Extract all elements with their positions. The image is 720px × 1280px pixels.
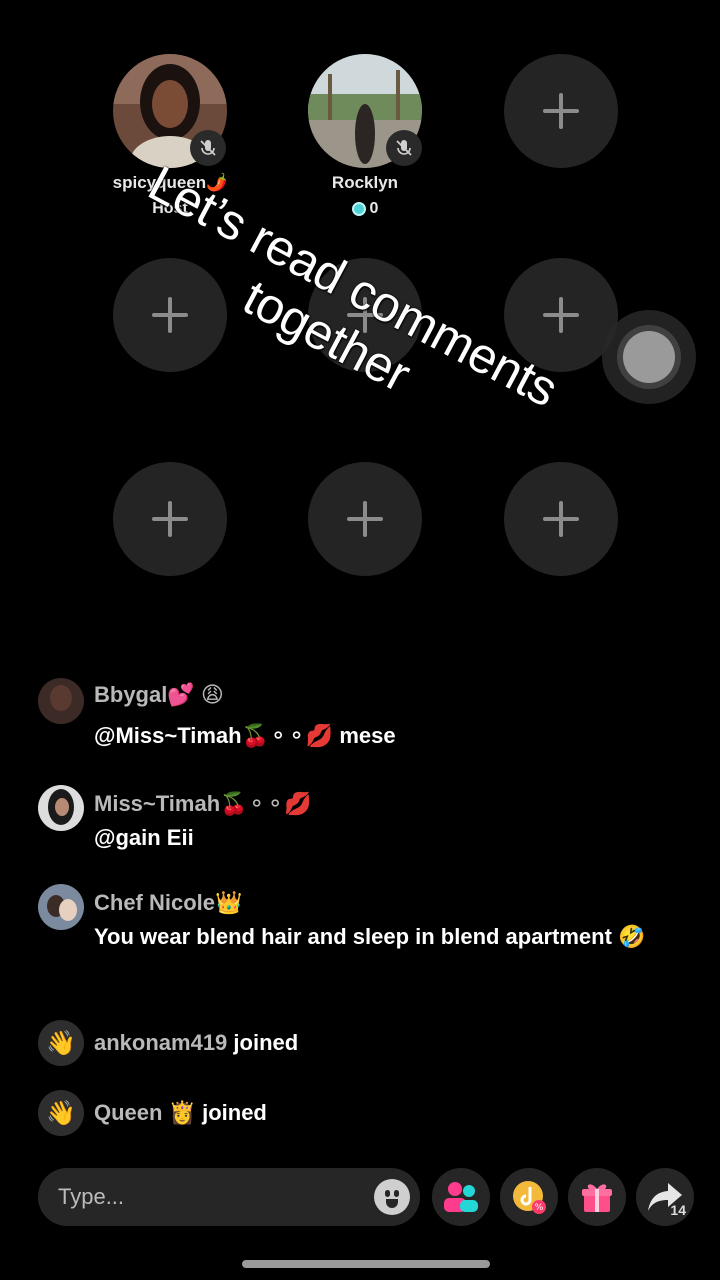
commenter-avatar[interactable] [38, 678, 84, 724]
empty-seat[interactable] [504, 462, 618, 576]
join-username: ankonam419 [94, 1030, 228, 1055]
mic-off-icon [190, 130, 226, 166]
coin-icon [351, 202, 366, 216]
multi-guest-icon [444, 1182, 478, 1212]
promo-button[interactable]: % [500, 1168, 558, 1226]
waving-hand-icon: 👋 [38, 1020, 84, 1066]
guest-coins: 0 [265, 200, 465, 218]
join-event: 👋 Queen 👸 joined [38, 1090, 708, 1136]
gift-button[interactable] [568, 1168, 626, 1226]
comment-username: Bbygal💕 😩 [94, 682, 224, 707]
smiley-icon[interactable] [374, 1179, 410, 1215]
join-action: joined [233, 1030, 299, 1055]
join-action: joined [202, 1100, 267, 1125]
comment-input[interactable] [58, 1168, 358, 1226]
commenter-avatar[interactable] [38, 785, 84, 831]
mic-off-icon [386, 130, 422, 166]
plus-icon [347, 501, 383, 537]
empty-seat[interactable] [308, 462, 422, 576]
assistive-dot-icon [623, 331, 675, 383]
guest-name: Rocklyn [331, 173, 399, 192]
live-room-screen: spicyqueen🌶️ Host Rocklyn 0 Let’s read c… [0, 0, 720, 1280]
share-count: 14 [670, 1202, 686, 1218]
waving-hand-icon: 👋 [38, 1090, 84, 1136]
home-indicator[interactable] [242, 1260, 490, 1268]
comment-text: @Miss~Timah🍒⚬⚬💋 mese [94, 723, 396, 748]
multi-guest-button[interactable] [432, 1168, 490, 1226]
plus-icon [543, 501, 579, 537]
comment-username: Chef Nicole👑 [94, 890, 243, 915]
plus-icon [543, 297, 579, 333]
join-event: 👋 ankonam419 joined [38, 1020, 708, 1066]
gift-icon [582, 1184, 612, 1212]
guest-coin-count: 0 [369, 200, 379, 217]
commenter-avatar[interactable] [38, 884, 84, 930]
assistive-touch-button[interactable] [602, 310, 696, 404]
comment-box [38, 1168, 420, 1226]
empty-seat[interactable] [504, 54, 618, 168]
join-text: Queen 👸 joined [94, 1100, 267, 1126]
svg-text:%: % [535, 1203, 544, 1213]
plus-icon [152, 297, 188, 333]
plus-icon [543, 93, 579, 129]
join-username: Queen 👸 [94, 1100, 196, 1125]
tiktok-coupon-icon: % [513, 1181, 546, 1214]
plus-icon [152, 501, 188, 537]
share-button[interactable]: 14 [636, 1168, 694, 1226]
empty-seat[interactable] [113, 462, 227, 576]
join-text: ankonam419 joined [94, 1030, 298, 1056]
comment-text: @gain Eii [94, 825, 194, 850]
comment-username: Miss~Timah🍒⚬⚬💋 [94, 791, 312, 816]
comment-text: You wear blend hair and sleep in blend a… [94, 924, 646, 949]
